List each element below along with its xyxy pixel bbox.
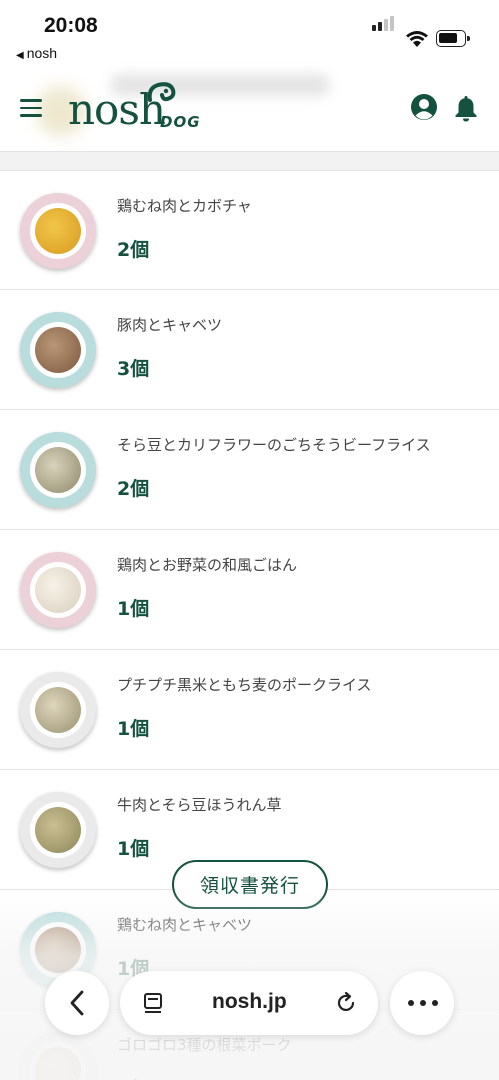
- product-name: 牛肉とそら豆ほうれん草: [117, 796, 282, 814]
- product-image: [20, 1032, 96, 1080]
- browser-address-bar[interactable]: nosh.jp: [120, 971, 378, 1035]
- product-image: [20, 552, 96, 628]
- page-menu-icon[interactable]: [142, 992, 164, 1014]
- dog-ear-logo-mark: [147, 82, 176, 102]
- hamburger-menu-icon[interactable]: [20, 99, 42, 117]
- list-item[interactable]: そら豆とカリフラワーのごちそうビーフライス 2個: [0, 410, 499, 530]
- list-item[interactable]: 鶏肉とお野菜の和風ごはん 1個: [0, 530, 499, 650]
- logo-subtext: DOG: [160, 113, 201, 131]
- product-name: 鶏むね肉とキャベツ: [117, 916, 253, 934]
- wifi-icon: [406, 31, 428, 47]
- chevron-left-icon: [70, 990, 84, 1016]
- product-name: ゴロゴロ3種の根菜ポーク: [117, 1036, 292, 1054]
- site-header: nosh DOG: [0, 70, 499, 152]
- list-item[interactable]: 豚肉とキャベツ 3個: [0, 290, 499, 410]
- product-name: プチプチ黒米ともち麦のポークライス: [117, 676, 372, 694]
- status-time: 20:08: [44, 14, 98, 37]
- back-triangle-icon: ◀: [16, 50, 24, 61]
- order-item-list: 鶏むね肉とカボチャ 2個 豚肉とキャベツ 3個 そら豆とカリフラワーのごちそうビーフライ…: [0, 170, 499, 1080]
- url-text: nosh.jp: [212, 990, 287, 1013]
- product-quantity: 2個: [117, 239, 150, 261]
- back-app-label: nosh: [26, 45, 58, 61]
- product-name: 豚肉とキャベツ: [117, 316, 223, 334]
- product-image: [20, 193, 96, 269]
- product-image: [20, 672, 96, 748]
- product-image: [20, 432, 96, 508]
- list-item[interactable]: プチプチ黒米ともち麦のポークライス 1個: [0, 650, 499, 770]
- status-bar: 20:08 ◀ nosh: [0, 0, 499, 70]
- more-horizontal-icon: [408, 1000, 438, 1006]
- product-image: [20, 792, 96, 868]
- product-quantity: 1個: [117, 838, 150, 860]
- receipt-issue-button[interactable]: 領収書発行: [172, 860, 328, 909]
- nosh-dog-logo[interactable]: nosh DOG: [68, 82, 208, 142]
- reload-icon[interactable]: [334, 991, 358, 1015]
- account-circle-icon[interactable]: [410, 93, 438, 121]
- product-name: そら豆とカリフラワーのごちそうビーフライス: [117, 436, 431, 454]
- product-image: [20, 312, 96, 388]
- product-quantity: 2個: [117, 478, 150, 500]
- product-quantity: 1個: [117, 598, 150, 620]
- browser-more-button[interactable]: [390, 971, 454, 1035]
- product-quantity: 1個: [117, 1074, 149, 1080]
- product-name: 鶏肉とお野菜の和風ごはん: [117, 556, 298, 574]
- notification-bell-icon[interactable]: [454, 94, 478, 122]
- product-quantity: 3個: [117, 358, 150, 380]
- list-item[interactable]: 鶏むね肉とカボチャ 2個: [0, 170, 499, 290]
- battery-icon: [436, 30, 470, 47]
- back-to-app-link[interactable]: ◀ nosh: [16, 45, 57, 61]
- product-name: 鶏むね肉とカボチャ: [117, 197, 252, 215]
- browser-back-button[interactable]: [45, 971, 109, 1035]
- product-quantity: 1個: [117, 718, 150, 740]
